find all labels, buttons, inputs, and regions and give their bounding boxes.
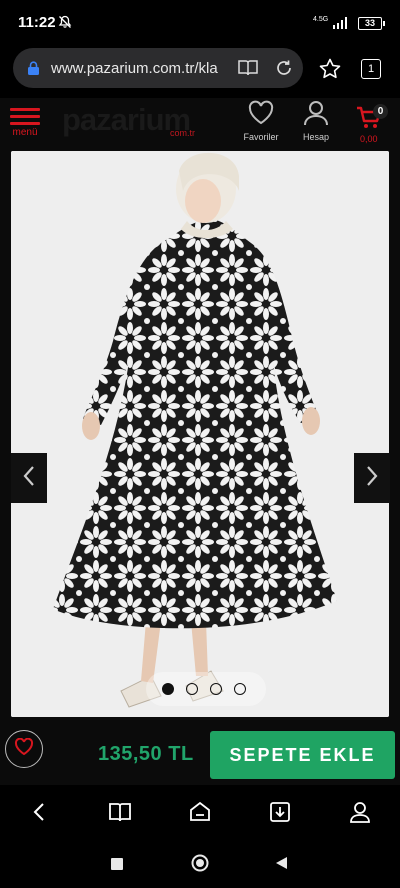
gallery-pagination	[146, 672, 266, 706]
back-icon[interactable]	[28, 800, 52, 824]
product-price: 135,50 TL	[98, 743, 194, 765]
bookmark-star-icon[interactable]	[319, 58, 341, 84]
clock: 11:22	[18, 14, 56, 31]
system-home-icon[interactable]	[191, 854, 209, 877]
add-to-favorites-button[interactable]	[5, 730, 43, 768]
menu-button[interactable]: menü	[8, 106, 42, 140]
cart-total: 0,00	[360, 134, 378, 144]
heart-icon	[14, 737, 34, 761]
gallery-prev-button[interactable]	[11, 453, 47, 503]
tab-switcher-button[interactable]: 1	[361, 59, 381, 79]
lock-icon	[27, 61, 40, 81]
account-link[interactable]: Hesap	[292, 100, 340, 142]
menu-label: menü	[12, 127, 38, 138]
browser-bottom-nav	[0, 785, 400, 839]
reader-mode-icon[interactable]	[237, 59, 259, 82]
downloads-icon[interactable]	[268, 800, 292, 824]
reload-icon[interactable]	[275, 59, 293, 82]
purchase-bar: 135,50 TL SEPETE EKLE	[0, 725, 400, 785]
system-back-icon[interactable]	[275, 856, 288, 875]
network-type: 4.5G	[313, 16, 329, 23]
chevron-left-icon	[22, 465, 36, 492]
user-icon	[303, 101, 329, 130]
product-gallery	[0, 148, 400, 725]
bookmarks-icon[interactable]	[108, 800, 132, 824]
heart-icon	[247, 100, 275, 130]
product-photo[interactable]	[11, 151, 389, 717]
system-navigation-bar	[0, 839, 400, 888]
signal-icon	[332, 16, 350, 34]
battery-indicator: 33	[358, 17, 385, 30]
cart-count-badge: 0	[373, 104, 388, 119]
hamburger-bar	[10, 108, 40, 111]
gallery-next-button[interactable]	[354, 453, 390, 503]
site-logo-suffix: com.tr	[170, 128, 196, 138]
address-bar[interactable]: www.pazarium.com.tr/kla	[13, 48, 303, 88]
network-indicator: 4.5G	[313, 16, 328, 23]
hamburger-bar	[10, 122, 40, 125]
site-header: menü pazarium com.tr Favoriler Hesap 0 0…	[0, 98, 400, 148]
status-bar: 11:22 4.5G 33	[0, 0, 400, 44]
hamburger-bar	[10, 115, 40, 118]
favorites-link[interactable]: Favoriler	[237, 100, 285, 142]
chevron-right-icon	[365, 465, 379, 492]
browser-toolbar: www.pazarium.com.tr/kla 1	[0, 44, 400, 98]
gallery-dot[interactable]	[234, 683, 246, 695]
gallery-dot[interactable]	[210, 683, 222, 695]
profile-icon[interactable]	[348, 800, 372, 824]
bell-off-icon	[58, 15, 72, 34]
favorites-label: Favoriler	[243, 132, 279, 142]
home-icon[interactable]	[188, 800, 212, 824]
gallery-dot[interactable]	[162, 683, 174, 695]
gallery-dot[interactable]	[186, 683, 198, 695]
account-label: Hesap	[302, 132, 329, 142]
url-text[interactable]: www.pazarium.com.tr/kla	[51, 60, 231, 77]
recents-icon[interactable]	[111, 857, 123, 875]
add-to-cart-button[interactable]: SEPETE EKLE	[210, 731, 395, 779]
